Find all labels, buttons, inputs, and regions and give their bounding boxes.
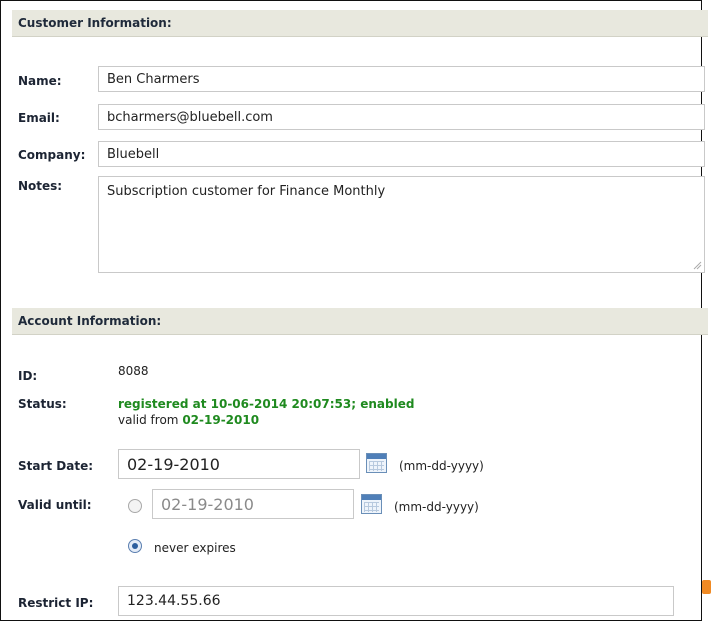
account-id-value: 8088 [118,364,149,378]
rss-icon[interactable] [702,580,711,594]
status-valid-from: valid from 02-19-2010 [118,413,259,427]
valid-from-prefix: valid from [118,413,179,427]
valid-until-radio[interactable] [128,499,142,513]
valid-until-field[interactable] [152,489,354,519]
notes-textarea[interactable]: Subscription customer for Finance Monthl… [98,176,705,273]
customer-section-header: Customer Information: [12,10,708,37]
start-date-label: Start Date: [18,459,94,473]
valid-until-format-hint: (mm-dd-yyyy) [394,500,479,514]
restrict-ip-label: Restrict IP: [18,596,94,610]
status-registration-text: registered at 10-06-2014 20:07:53; enabl… [118,397,415,411]
name-label: Name: [18,74,62,88]
email-label: Email: [18,111,60,125]
start-date-field[interactable] [118,449,360,479]
calendar-icon[interactable] [366,453,387,473]
valid-until-label: Valid until: [18,498,92,512]
company-label: Company: [18,148,86,162]
start-date-format-hint: (mm-dd-yyyy) [399,459,484,473]
never-expires-radio[interactable] [128,539,142,553]
calendar-icon[interactable] [361,494,382,514]
notes-label: Notes: [18,179,63,193]
valid-from-date: 02-19-2010 [182,413,260,427]
account-section-header: Account Information: [12,308,708,335]
id-label: ID: [18,369,38,383]
email-field[interactable] [98,104,705,130]
resize-grip-icon[interactable] [692,260,702,270]
name-field[interactable] [98,66,705,92]
restrict-ip-field[interactable] [118,586,674,616]
never-expires-label: never expires [154,541,236,555]
company-field[interactable] [98,141,705,167]
status-label: Status: [18,397,67,411]
